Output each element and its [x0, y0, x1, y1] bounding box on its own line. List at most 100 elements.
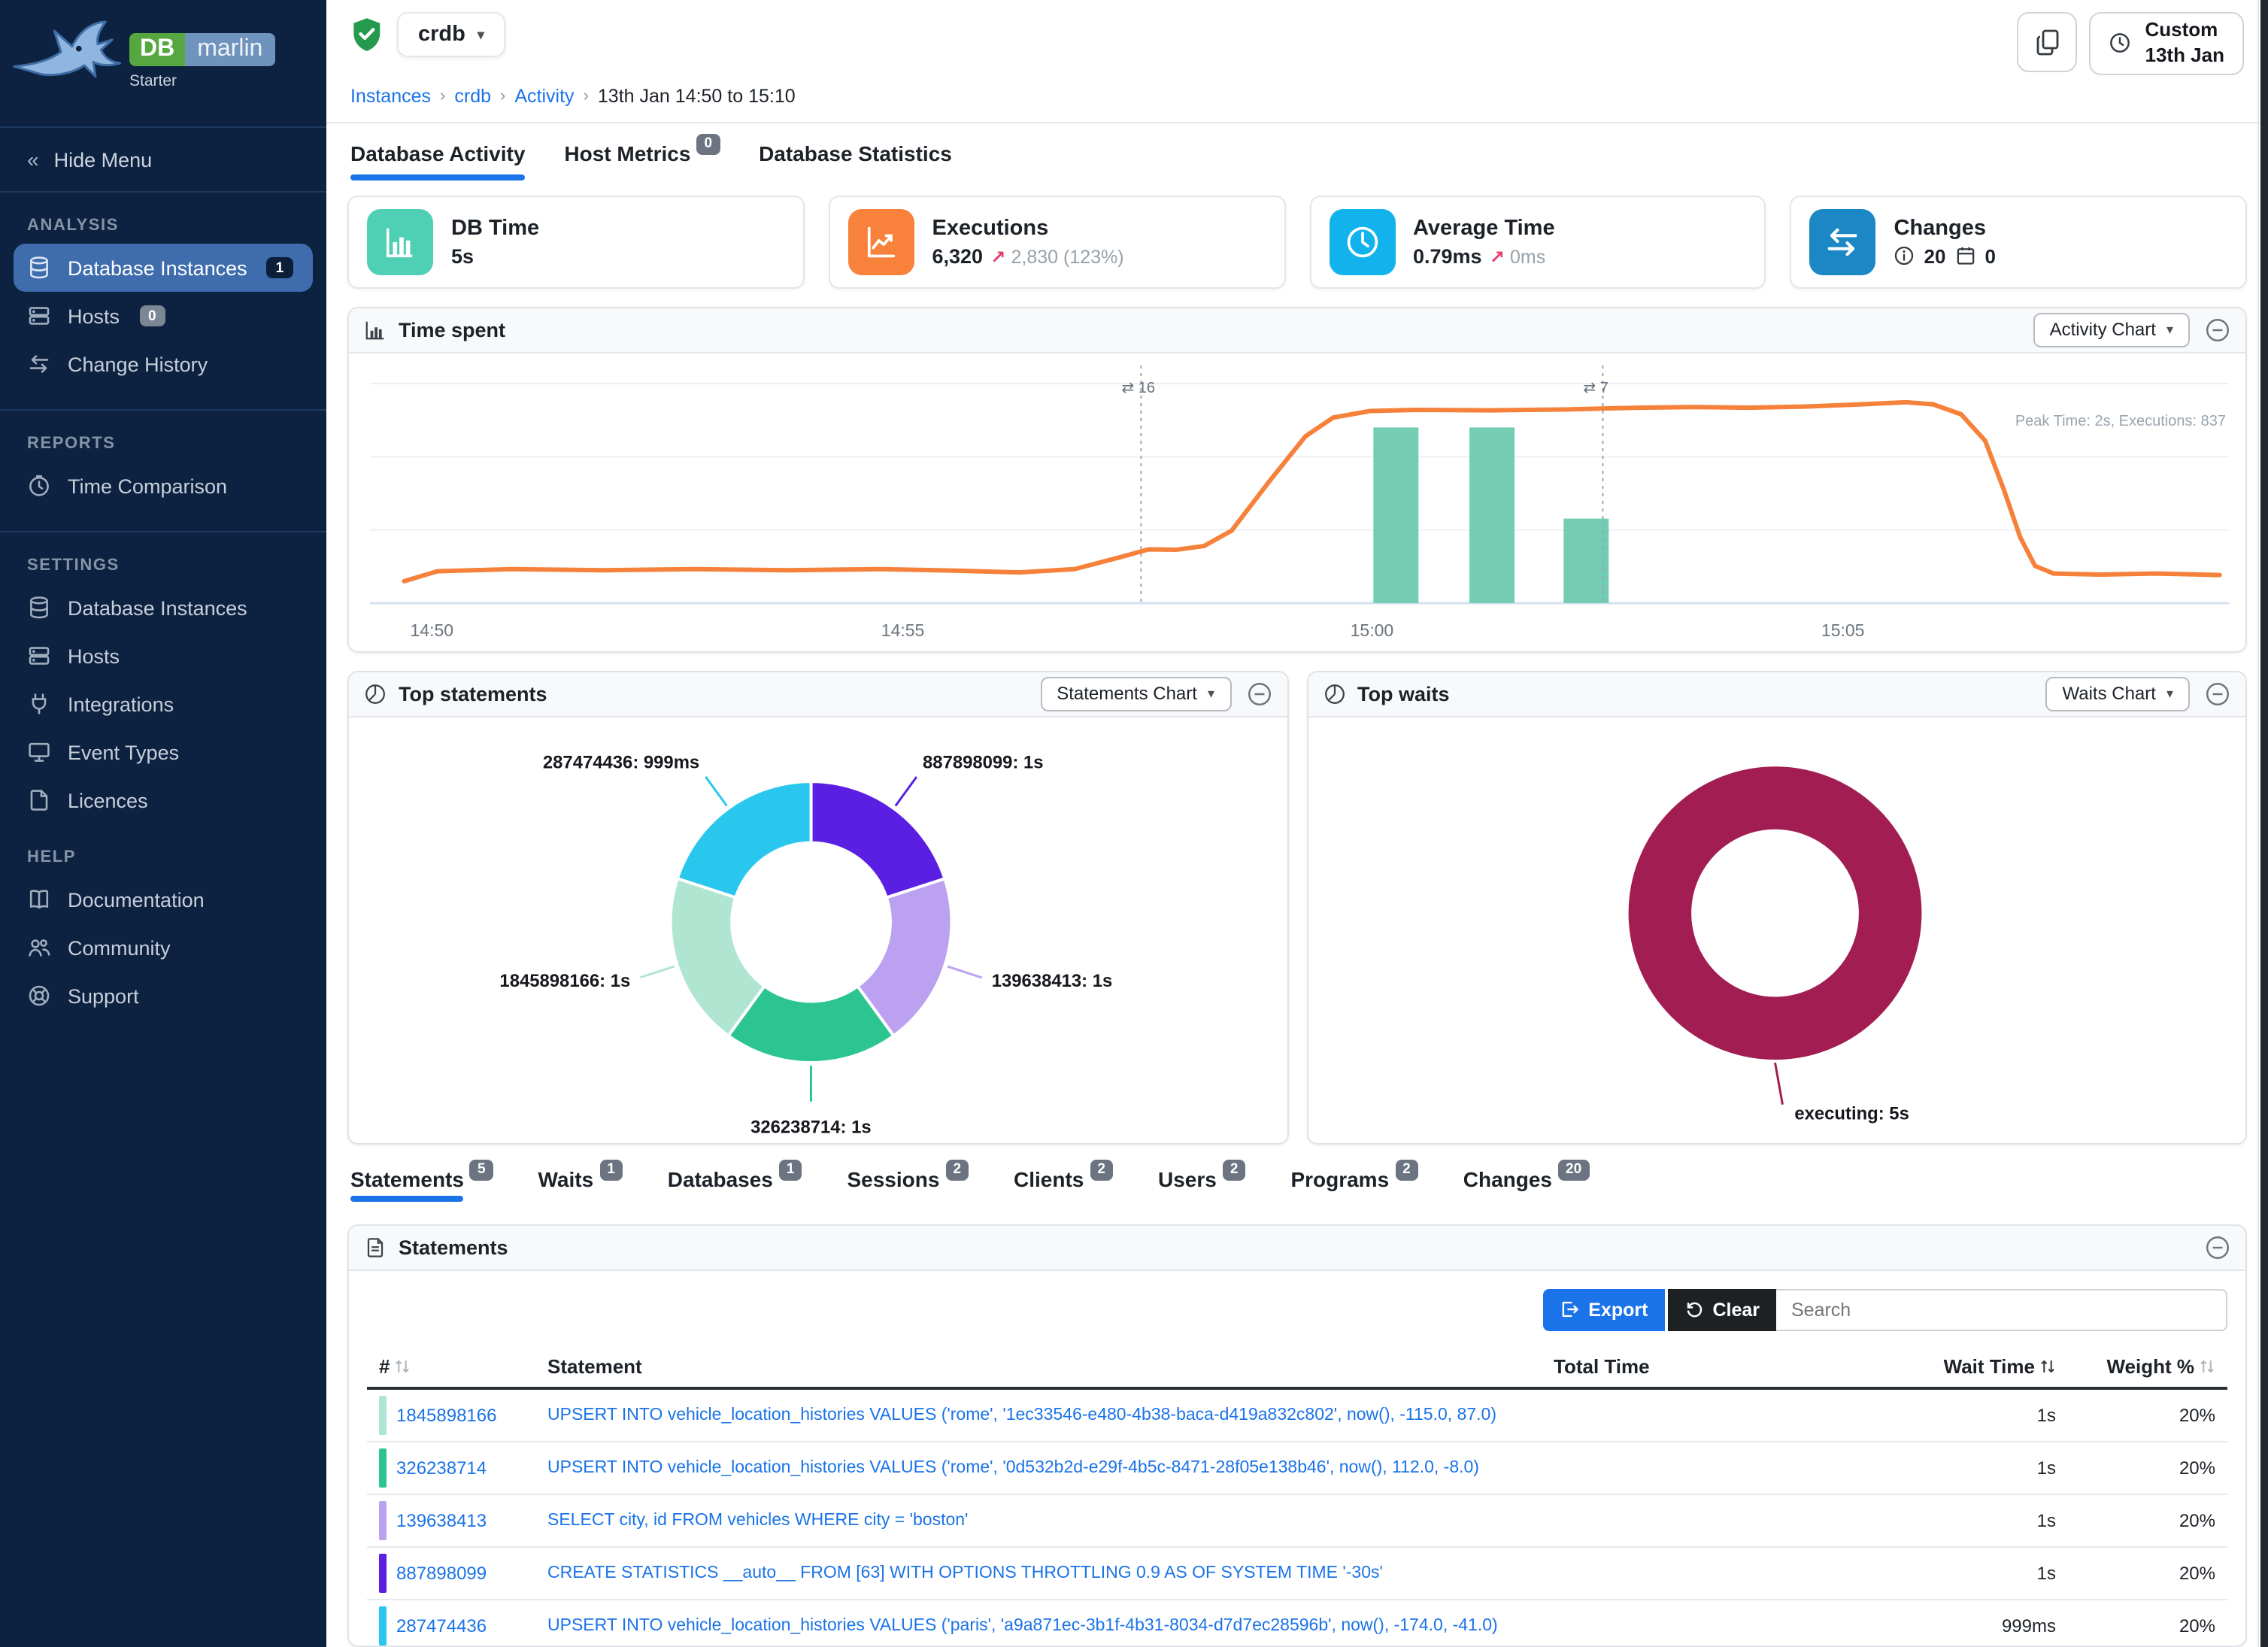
panel-title: Statements	[399, 1236, 508, 1258]
chevron-down-icon: ▾	[2166, 685, 2173, 702]
sidebar-item-licences[interactable]: Licences	[0, 776, 326, 824]
page-tabs: Database Activity Host Metrics0 Database…	[326, 123, 2268, 180]
time-range-date: 13th Jan	[2145, 44, 2225, 69]
statement-color-swatch	[379, 1500, 386, 1539]
statement-id-link[interactable]: 1845898166	[396, 1404, 497, 1425]
breadcrumb-separator: ›	[440, 87, 445, 105]
table-row: 326238714 UPSERT INTO vehicle_location_h…	[367, 1441, 2227, 1494]
statement-text-link[interactable]: SELECT city, id FROM vehicles WHERE city…	[547, 1511, 1522, 1529]
sidebar-item-time-comparison[interactable]: Time Comparison	[0, 462, 326, 510]
sidebar-item-integrations[interactable]: Integrations	[0, 680, 326, 728]
search-input[interactable]	[1776, 1288, 2227, 1330]
activity-chart-selector[interactable]: Activity Chart ▾	[2033, 313, 2190, 347]
sidebar-item-change-history[interactable]: Change History	[0, 340, 326, 388]
plug-icon	[27, 692, 51, 716]
clock-big-icon	[1329, 209, 1395, 275]
col-header-total-time[interactable]: Total Time	[1542, 1345, 1794, 1388]
collapse-panel-icon[interactable]	[2205, 1234, 2230, 1260]
breadcrumb-instances[interactable]: Instances	[350, 86, 431, 107]
sidebar-item-documentation[interactable]: Documentation	[0, 875, 326, 924]
statement-text-link[interactable]: UPSERT INTO vehicle_location_histories V…	[547, 1458, 1522, 1476]
top-waits-donut: executing: 5s	[1308, 717, 2245, 1142]
sidebar-item-database-instances[interactable]: Database Instances 1	[14, 244, 313, 292]
table-row: 887898099 CREATE STATISTICS __auto__ FRO…	[367, 1546, 2227, 1599]
detail-tab-changes[interactable]: Changes20	[1463, 1166, 1589, 1206]
statements-chart-selector[interactable]: Statements Chart ▾	[1040, 676, 1231, 711]
bar-chart-icon	[364, 319, 387, 341]
col-header-id[interactable]: #	[367, 1345, 535, 1388]
tab-database-statistics[interactable]: Database Statistics	[759, 141, 952, 180]
waits-chart-selector[interactable]: Waits Chart ▾	[2045, 676, 2190, 711]
col-header-wait-time[interactable]: Wait Time	[1794, 1345, 2068, 1388]
stat-card-changes: Changes 20 0	[1790, 196, 2248, 289]
statement-id-link[interactable]: 139638413	[396, 1509, 487, 1530]
detail-tab-users[interactable]: Users2	[1158, 1166, 1245, 1206]
sidebar-item-label: Database Instances	[68, 596, 247, 619]
export-button[interactable]: Export	[1543, 1288, 1664, 1330]
detail-tab-statements[interactable]: Statements5	[350, 1166, 493, 1206]
marlin-fish-icon	[12, 15, 123, 102]
tab-host-metrics[interactable]: Host Metrics0	[564, 141, 720, 180]
col-header-weight[interactable]: Weight %	[2068, 1345, 2227, 1388]
sidebar-section-analysis: ANALYSIS	[27, 217, 299, 235]
sidebar-item-community[interactable]: Community	[0, 924, 326, 972]
statement-id-link[interactable]: 287474436	[396, 1615, 487, 1636]
time-range-button[interactable]: Custom 13th Jan	[2090, 12, 2245, 75]
detail-tab-programs[interactable]: Programs2	[1290, 1166, 1418, 1206]
top-bar: crdb ▾	[326, 0, 2268, 75]
col-header-statement[interactable]: Statement	[535, 1345, 1542, 1388]
detail-tab-databases[interactable]: Databases1	[668, 1166, 802, 1206]
double-chevron-left-icon: «	[27, 147, 39, 171]
sidebar-item-support[interactable]: Support	[0, 972, 326, 1020]
stat-card-average-time: Average Time 0.79ms ↗ 0ms	[1309, 196, 1766, 289]
tab-database-activity[interactable]: Database Activity	[350, 141, 525, 180]
sidebar: DB marlin Starter « Hide Menu ANALYSIS D…	[0, 0, 326, 1647]
chevron-down-icon: ▾	[2166, 322, 2173, 338]
instance-selector[interactable]: crdb ▾	[397, 12, 505, 57]
scroll-track	[2257, 0, 2259, 1647]
time-range-mode: Custom	[2145, 18, 2218, 44]
swap-icon	[1810, 209, 1876, 275]
sidebar-item-label: Event Types	[68, 741, 179, 763]
svg-text:15:00: 15:00	[1351, 620, 1394, 640]
statement-color-swatch	[379, 1553, 386, 1592]
detail-tab-sessions[interactable]: Sessions2	[847, 1166, 969, 1206]
collapse-panel-icon[interactable]	[1246, 681, 1272, 706]
line-chart-icon	[848, 209, 914, 275]
copy-button[interactable]	[2018, 12, 2078, 72]
sidebar-item-event-types[interactable]: Event Types	[0, 728, 326, 776]
dbmarlin-logo[interactable]: DB marlin Starter	[0, 0, 326, 114]
sidebar-nav: ANALYSIS Database Instances 1 Hosts 0 Ch…	[0, 193, 326, 1020]
breadcrumb-activity[interactable]: Activity	[514, 86, 574, 107]
statement-id-link[interactable]: 887898099	[396, 1562, 487, 1583]
statement-id-link[interactable]: 326238714	[396, 1457, 487, 1478]
detail-tab-clients[interactable]: Clients2	[1014, 1166, 1113, 1206]
sidebar-item-hosts[interactable]: Hosts 0	[0, 292, 326, 340]
window-edge[interactable]	[2260, 0, 2268, 1647]
count-badge: 20	[1558, 1159, 1589, 1180]
tab-label: Programs	[1290, 1166, 1389, 1191]
stat-card-delta: 0ms	[1510, 247, 1545, 268]
detail-tab-waits[interactable]: Waits1	[538, 1166, 623, 1206]
sidebar-item-label: Time Comparison	[68, 475, 227, 497]
sort-icon-active	[2039, 1356, 2056, 1374]
collapse-panel-icon[interactable]	[2205, 681, 2230, 706]
sidebar-item-database-instances[interactable]: Database Instances	[0, 584, 326, 632]
info-change-count: 20	[1924, 245, 1946, 268]
collapse-panel-icon[interactable]	[2205, 317, 2230, 343]
sidebar-item-hosts[interactable]: Hosts	[0, 632, 326, 680]
statement-text-link[interactable]: UPSERT INTO vehicle_location_histories V…	[547, 1406, 1522, 1424]
breadcrumb-crdb[interactable]: crdb	[454, 86, 491, 107]
weight-value: 20%	[2068, 1494, 2227, 1546]
panel-title: Top statements	[399, 682, 547, 705]
sort-icon	[394, 1356, 411, 1374]
statement-text-link[interactable]: CREATE STATISTICS __auto__ FROM [63] WIT…	[547, 1564, 1522, 1582]
stat-card-title: Changes	[1894, 217, 1996, 241]
clear-button[interactable]: Clear	[1667, 1288, 1776, 1330]
statement-text-link[interactable]: UPSERT INTO vehicle_location_histories V…	[547, 1616, 1522, 1634]
hide-menu-button[interactable]: « Hide Menu	[0, 126, 326, 193]
logo-wordmark: DB marlin	[129, 33, 274, 66]
table-row: 1845898166 UPSERT INTO vehicle_location_…	[367, 1388, 2227, 1441]
tab-label: Database Activity	[350, 141, 525, 165]
stat-card-value: 5s	[451, 245, 474, 268]
